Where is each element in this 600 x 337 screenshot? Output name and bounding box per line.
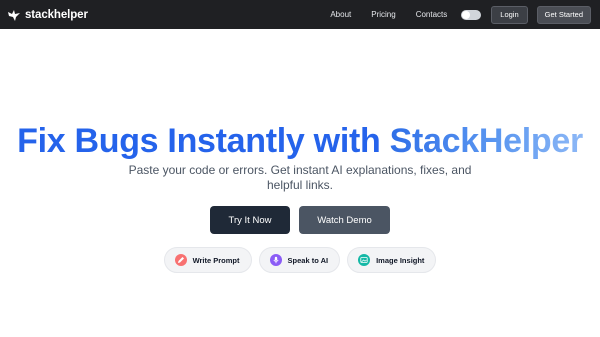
feature-speak-to-ai[interactable]: Speak to AI bbox=[258, 247, 341, 273]
navbar: stackhelper About Pricing Contacts Login… bbox=[0, 0, 600, 29]
brand-name: stackhelper bbox=[25, 8, 88, 21]
cta-row: Try It Now Watch Demo bbox=[0, 206, 600, 234]
feature-row: Write Prompt Speak to AI Image Insight bbox=[0, 247, 600, 273]
theme-toggle[interactable] bbox=[461, 9, 482, 20]
feature-image-insight[interactable]: Image Insight bbox=[347, 247, 437, 273]
hero-title-part1: Fix Bugs Instantly with bbox=[17, 122, 381, 160]
hero-title: Fix Bugs Instantly with StackHelper bbox=[0, 121, 600, 161]
microphone-icon bbox=[269, 254, 282, 266]
feature-label: Write Prompt bbox=[192, 255, 240, 265]
hero-title-part2: StackHelper bbox=[389, 122, 584, 160]
hero-subtitle: Paste your code or errors. Get instant A… bbox=[0, 163, 600, 193]
nav-right: About Pricing Contacts Login Get Started bbox=[330, 5, 591, 24]
hero-subtitle-line1: Paste your code or errors. Get instant A… bbox=[128, 163, 472, 177]
bird-logo-icon bbox=[7, 8, 21, 22]
feature-write-prompt[interactable]: Write Prompt bbox=[163, 247, 252, 273]
nav-link-about[interactable]: About bbox=[330, 10, 351, 19]
feature-label: Image Insight bbox=[376, 255, 425, 265]
nav-link-contacts[interactable]: Contacts bbox=[416, 10, 448, 19]
pencil-icon bbox=[174, 254, 187, 266]
nav-link-pricing[interactable]: Pricing bbox=[371, 10, 395, 19]
brand[interactable]: stackhelper bbox=[7, 8, 88, 22]
toggle-knob bbox=[462, 10, 471, 19]
feature-label: Speak to AI bbox=[287, 255, 329, 265]
hero-subtitle-line2: helpful links. bbox=[266, 178, 334, 192]
image-icon bbox=[358, 254, 371, 266]
watch-demo-button[interactable]: Watch Demo bbox=[299, 206, 390, 234]
try-it-now-button[interactable]: Try It Now bbox=[210, 206, 290, 234]
get-started-button[interactable]: Get Started bbox=[536, 5, 591, 24]
login-button[interactable]: Login bbox=[491, 5, 528, 24]
